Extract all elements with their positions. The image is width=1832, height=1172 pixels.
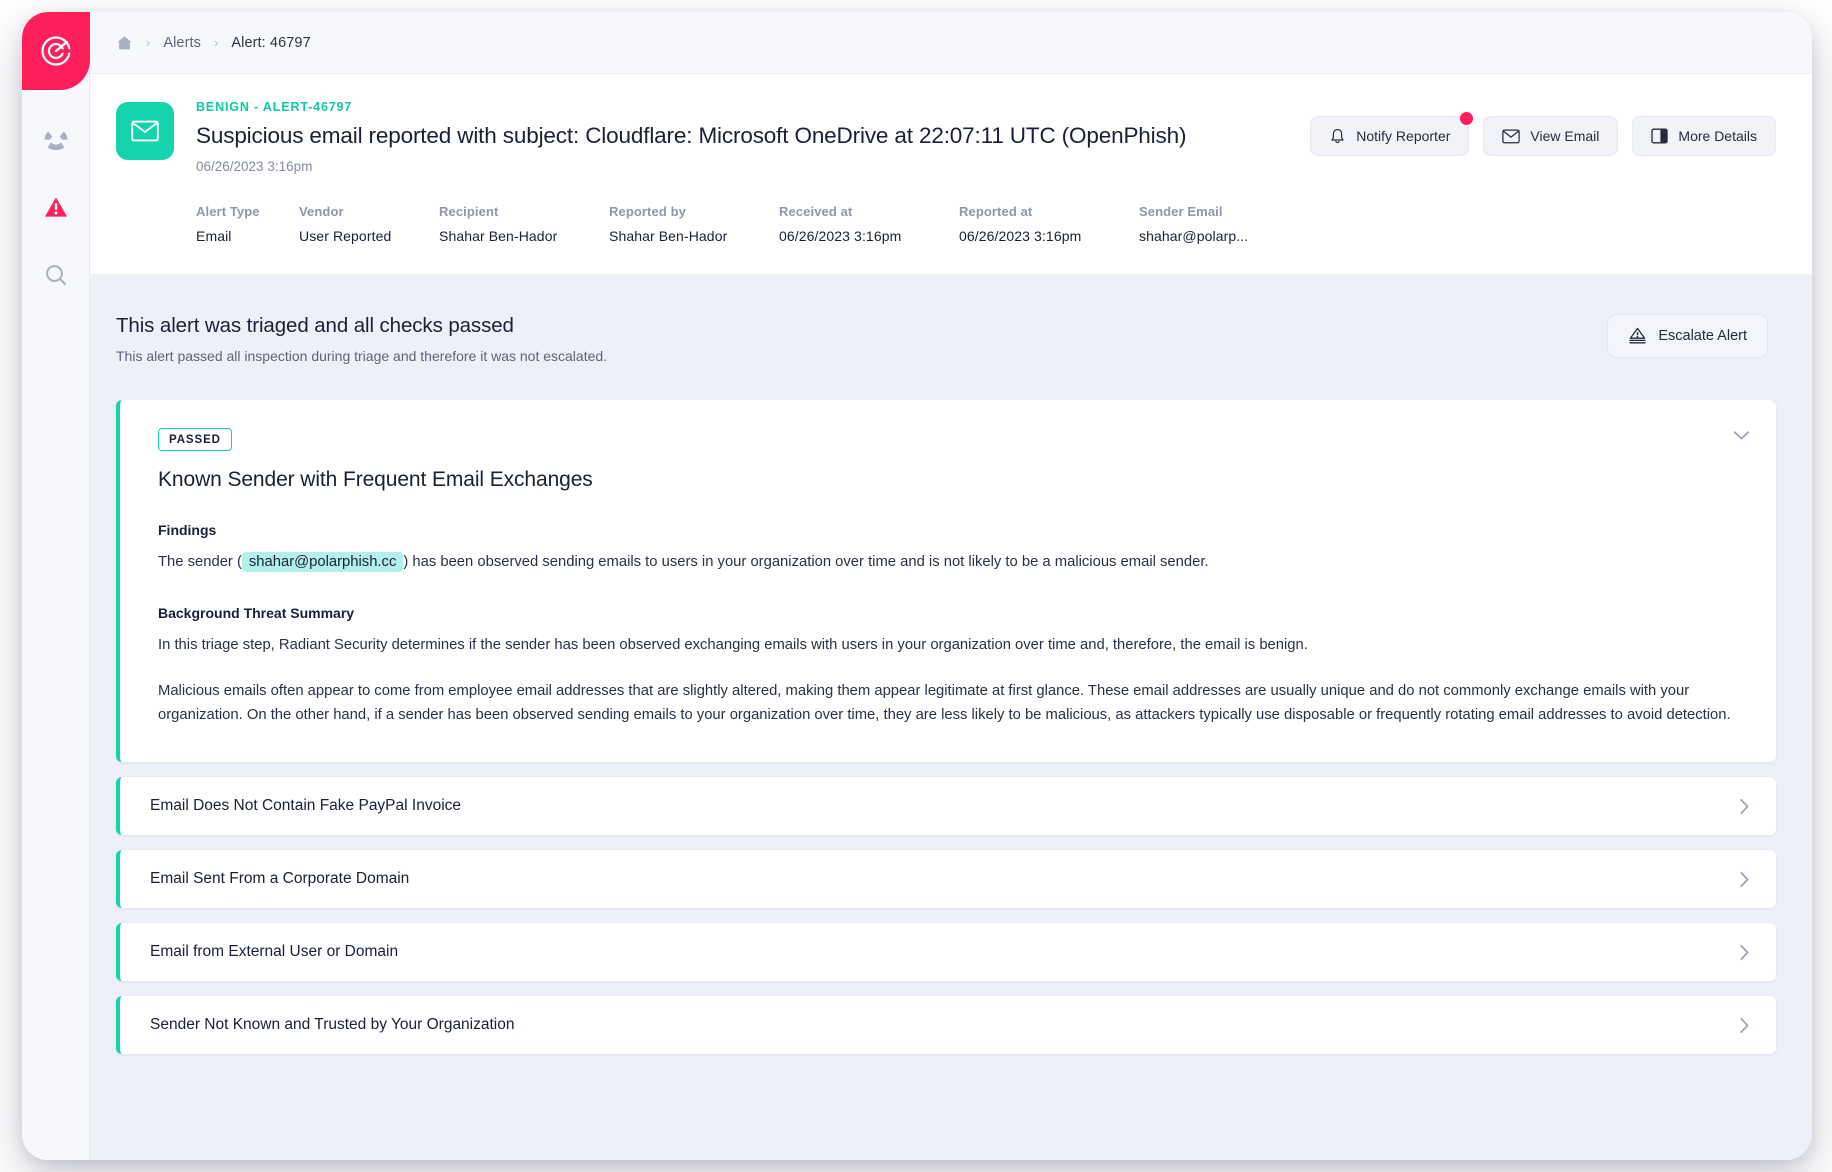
chevron-right-icon [1740, 871, 1749, 887]
radiant-security-logo-icon [41, 36, 71, 66]
view-email-label: View Email [1530, 128, 1600, 144]
meta-label: Sender Email [1139, 204, 1223, 220]
check-title: Email from External User or Domain [150, 943, 399, 960]
breadcrumb-home[interactable] [116, 35, 133, 51]
meta-label: Received at [779, 204, 853, 220]
meta-label: Reported by [609, 204, 686, 220]
main-content: › Alerts › Alert: 46797 BENIGN - ALERT-4… [90, 12, 1812, 1160]
triage-body: This alert was triaged and all checks pa… [90, 274, 1812, 1160]
meta-value: User Reported [299, 228, 392, 245]
alert-metadata: Alert Type Email Vendor User Reported Re… [196, 204, 1776, 244]
envelope-icon [1502, 128, 1521, 143]
triage-check-row[interactable]: Sender Not Known and Trusted by Your Org… [116, 996, 1776, 1054]
findings-label: Findings [158, 522, 217, 539]
meta-value: Email [196, 228, 232, 245]
meta-value: 06/26/2023 3:16pm [779, 228, 902, 245]
meta-label: Vendor [299, 204, 344, 220]
findings-suffix: ) has been observed sending emails to us… [403, 554, 1209, 571]
check-title: Known Sender with Frequent Email Exchang… [158, 468, 593, 492]
alert-timestamp: 06/26/2023 3:16pm [196, 159, 313, 175]
notification-dot-badge [1460, 112, 1474, 125]
envelope-icon [131, 120, 159, 142]
check-title: Email Does Not Contain Fake PayPal Invoi… [150, 797, 462, 814]
radiation-hazard-icon [44, 131, 68, 150]
panel-right-icon [1651, 128, 1669, 144]
notify-reporter-label: Notify Reporter [1356, 128, 1451, 144]
chevron-right-icon [1740, 798, 1749, 814]
findings-text: The sender (shahar@polarphish.cc) has be… [158, 551, 1742, 575]
sidebar [22, 12, 90, 1160]
check-title: Email Sent From a Corporate Domain [150, 870, 410, 887]
status-badge: PASSED [158, 428, 232, 452]
triage-title: This alert was triaged and all checks pa… [116, 314, 514, 338]
alert-type-tile [116, 102, 174, 160]
breadcrumb-separator-2: › [214, 35, 219, 50]
alert-eyebrow: BENIGN - ALERT-46797 [196, 100, 353, 114]
triage-check-row[interactable]: Email from External User or Domain [116, 923, 1776, 981]
triage-check-card-expanded: PASSED Known Sender with Frequent Email … [116, 400, 1776, 762]
more-details-button[interactable]: More Details [1632, 116, 1776, 156]
sender-email-chip: shahar@polarphish.cc [241, 552, 404, 573]
header-actions: Notify Reporter View Email More Details [1310, 100, 1776, 156]
meta-label: Reported at [959, 204, 1033, 220]
bell-icon [1331, 128, 1344, 143]
view-email-button[interactable]: View Email [1483, 116, 1619, 156]
meta-recipient: Recipient Shahar Ben-Hador [439, 204, 609, 244]
check-title: Sender Not Known and Trusted by Your Org… [150, 1016, 515, 1033]
breadcrumb-current[interactable]: Alert: 46797 [231, 35, 310, 51]
background-summary-label: Background Threat Summary [158, 605, 355, 622]
chevron-down-icon [1733, 431, 1750, 440]
findings-prefix: The sender ( [158, 554, 242, 571]
escalate-alert-button[interactable]: Escalate Alert [1607, 314, 1768, 359]
background-summary-paragraph-1: In this triage step, Radiant Security de… [158, 637, 1308, 654]
sidebar-nav [22, 122, 90, 292]
home-icon [117, 35, 132, 49]
chevron-right-icon [1740, 944, 1749, 960]
meta-received-at: Received at 06/26/2023 3:16pm [779, 204, 959, 244]
sidebar-item-alerts[interactable] [39, 190, 73, 224]
meta-alert-type: Alert Type Email [196, 204, 299, 244]
escalate-alert-label: Escalate Alert [1658, 328, 1747, 345]
triage-check-row[interactable]: Email Does Not Contain Fake PayPal Invoi… [116, 777, 1776, 835]
meta-reported-by: Reported by Shahar Ben-Hador [609, 204, 779, 244]
triage-subtitle: This alert passed all inspection during … [116, 348, 608, 365]
app-logo[interactable] [22, 12, 90, 90]
alert-header: BENIGN - ALERT-46797 Suspicious email re… [90, 74, 1812, 275]
sidebar-item-search[interactable] [39, 258, 73, 292]
meta-value: shahar@polarp... [1139, 228, 1249, 245]
meta-label: Recipient [439, 204, 499, 220]
background-summary-paragraph-2: Malicious emails often appear to come fr… [158, 683, 1731, 724]
meta-reported-at: Reported at 06/26/2023 3:16pm [959, 204, 1139, 244]
meta-value: Shahar Ben-Hador [439, 228, 558, 245]
app-window: › Alerts › Alert: 46797 BENIGN - ALERT-4… [22, 12, 1812, 1160]
breadcrumb: › Alerts › Alert: 46797 [90, 12, 1812, 74]
meta-sender-email: Sender Email shahar@polarp... [1139, 204, 1299, 244]
meta-value: Shahar Ben-Hador [609, 228, 728, 245]
meta-label: Alert Type [196, 204, 260, 220]
breadcrumb-alerts[interactable]: Alerts [163, 35, 201, 51]
chevron-right-icon [1740, 1017, 1749, 1033]
triage-summary: This alert was triaged and all checks pa… [116, 314, 1776, 364]
collapse-card-button[interactable] [1733, 428, 1750, 446]
more-details-label: More Details [1678, 128, 1757, 144]
notify-reporter-button[interactable]: Notify Reporter [1310, 112, 1474, 156]
search-icon [46, 265, 66, 285]
sidebar-item-threats[interactable] [39, 122, 73, 156]
breadcrumb-separator-1: › [146, 35, 151, 50]
triage-check-row[interactable]: Email Sent From a Corporate Domain [116, 850, 1776, 908]
meta-vendor: Vendor User Reported [299, 204, 439, 244]
page-title: Suspicious email reported with subject: … [196, 123, 1187, 148]
warning-triangle-icon [45, 197, 67, 217]
meta-value: 06/26/2023 3:16pm [959, 228, 1082, 245]
triage-checks-list: PASSED Known Sender with Frequent Email … [116, 400, 1776, 1054]
escalate-alert-icon [1629, 327, 1646, 344]
